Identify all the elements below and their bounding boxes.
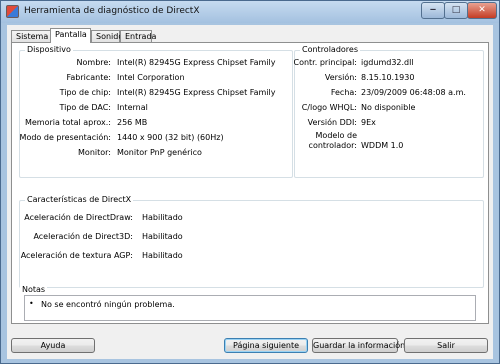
directx-diag-window: Herramienta de diagnóstico de DirectX ‒ … (0, 0, 500, 364)
chip-type-value: Intel(R) 82945G Express Chipset Family (117, 88, 276, 97)
monitor-label: Monitor: (78, 148, 111, 157)
notes-textbox[interactable]: • No se encontró ningún problema. (24, 295, 476, 321)
memory-label: Memoria total aprox.: (24, 118, 111, 127)
notes-legend: Notas (20, 285, 48, 294)
tab-sistema[interactable]: Sistema (11, 30, 51, 42)
tab-label: Pantalla (55, 30, 87, 39)
display-mode-label: Modo de presentación: (19, 133, 111, 142)
maximize-button[interactable]: □ (444, 2, 468, 19)
chip-type-label: Tipo de chip: (59, 88, 111, 97)
ddi-version-label: Versión DDI: (307, 118, 357, 127)
directx-features-group: Características de DirectX Aceleración d… (19, 195, 484, 288)
close-button[interactable]: ✕ (467, 2, 497, 19)
dac-type-label: Tipo de DAC: (59, 103, 111, 112)
ddi-version-value: 9Ex (361, 118, 376, 127)
direct3d-accel-value: Habilitado (142, 232, 183, 241)
device-group: Dispositivo Nombre: Intel(R) 82945G Expr… (19, 45, 293, 178)
display-mode-value: 1440 x 900 (32 bit) (60Hz) (117, 133, 224, 142)
date-value: 23/09/2009 06:48:08 a.m. (361, 88, 466, 97)
drivers-group: Controladores Contr. principal: igdumd32… (293, 45, 484, 178)
version-value: 8.15.10.1930 (361, 73, 415, 82)
device-legend: Dispositivo (25, 45, 73, 54)
client-area: Sistema Pantalla Sonido Entrada Disposit… (7, 25, 493, 359)
directdraw-accel-label: Aceleración de DirectDraw: (24, 213, 133, 222)
save-info-button[interactable]: Guardar la información... (312, 338, 413, 353)
help-button[interactable]: Ayuda (11, 338, 95, 353)
tab-label: Sistema (16, 32, 49, 41)
device-name-value: Intel(R) 82945G Express Chipset Family (117, 58, 276, 67)
driver-model-value: WDDM 1.0 (361, 141, 404, 150)
minimize-button[interactable]: ‒ (421, 2, 445, 19)
next-page-button[interactable]: Página siguiente (224, 338, 308, 353)
tab-entrada[interactable]: Entrada (120, 30, 156, 42)
main-driver-label: Contr. principal: (293, 58, 357, 67)
whql-value: No disponible (361, 103, 416, 112)
directdraw-accel-value: Habilitado (142, 213, 183, 222)
tab-sonido[interactable]: Sonido (91, 30, 123, 42)
tab-label: Entrada (125, 32, 157, 41)
agp-texture-accel-value: Habilitado (142, 251, 183, 260)
directx-app-icon (6, 5, 19, 18)
version-label: Versión: (324, 73, 357, 82)
dac-type-value: Internal (117, 103, 148, 112)
directx-features-legend: Características de DirectX (25, 195, 134, 204)
exit-button[interactable]: Salir (404, 338, 488, 353)
date-label: Fecha: (330, 88, 357, 97)
driver-model-label-line2: controlador: (308, 141, 357, 150)
window-title: Herramienta de diagnóstico de DirectX (24, 6, 200, 16)
title-bar[interactable]: Herramienta de diagnóstico de DirectX ‒ … (1, 1, 499, 23)
main-driver-value: igdumd32.dll (361, 58, 414, 67)
notes-bullet: • (29, 299, 34, 308)
direct3d-accel-label: Aceleración de Direct3D: (33, 232, 133, 241)
memory-value: 256 MB (117, 118, 148, 127)
manufacturer-value: Intel Corporation (117, 73, 185, 82)
whql-label: C/logo WHQL: (301, 103, 357, 112)
notes-text: No se encontró ningún problema. (41, 300, 175, 309)
notes-group: Notas • No se encontró ningún problema. (19, 285, 484, 322)
drivers-legend: Controladores (300, 45, 360, 54)
display-tab-panel: Dispositivo Nombre: Intel(R) 82945G Expr… (11, 42, 489, 324)
manufacturer-label: Fabricante: (66, 73, 111, 82)
agp-texture-accel-label: Aceleración de textura AGP: (20, 251, 133, 260)
monitor-value: Monitor PnP genérico (117, 148, 202, 157)
tab-pantalla[interactable]: Pantalla (50, 28, 91, 43)
device-name-label: Nombre: (76, 58, 111, 67)
driver-model-label-line1: Modelo de (315, 131, 357, 140)
